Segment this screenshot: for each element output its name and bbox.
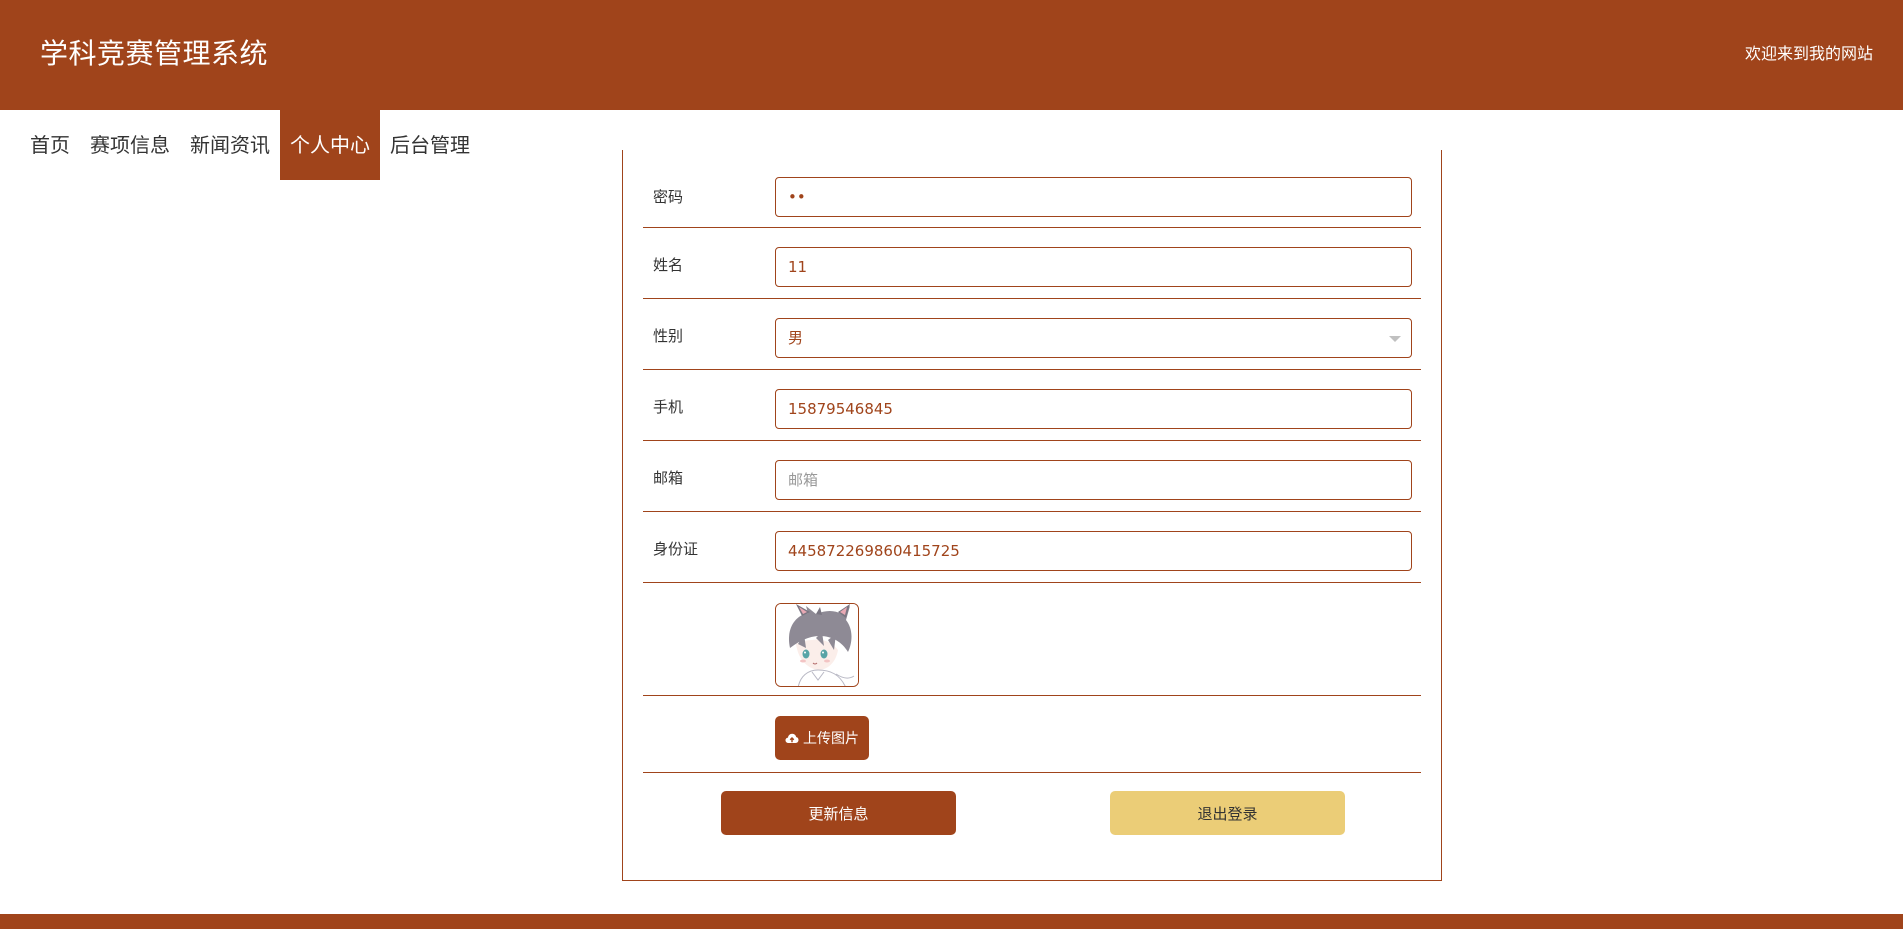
- site-header: 学科竞赛管理系统 欢迎来到我的网站: [0, 0, 1903, 110]
- password-row: 密码: [643, 150, 1421, 228]
- site-title: 学科竞赛管理系统: [40, 37, 269, 70]
- main-nav: 首页 赛项信息 新闻资讯 个人中心 后台管理: [0, 110, 480, 180]
- profile-panel: 密码 姓名 性别 男 手机 邮箱 身份证: [622, 150, 1442, 881]
- welcome-text: 欢迎来到我的网站: [1744, 44, 1873, 63]
- logout-button[interactable]: 退出登录: [1110, 791, 1345, 835]
- password-label: 密码: [653, 188, 684, 206]
- nav-item-profile[interactable]: 个人中心: [280, 110, 380, 180]
- caret-down-icon: [1389, 336, 1401, 342]
- cloud-upload-icon: [785, 733, 799, 743]
- nav-item-admin[interactable]: 后台管理: [380, 110, 480, 180]
- phone-field[interactable]: [775, 389, 1412, 429]
- upload-row: 上传图片: [643, 696, 1421, 773]
- gender-row: 性别 男: [643, 299, 1421, 370]
- idcard-row: 身份证: [643, 512, 1421, 583]
- gender-select[interactable]: 男: [775, 318, 1412, 358]
- nav-item-home[interactable]: 首页: [0, 110, 80, 180]
- idcard-field[interactable]: [775, 531, 1412, 571]
- email-row: 邮箱: [643, 441, 1421, 512]
- gender-select-value: 男: [788, 329, 804, 347]
- gender-label: 性别: [653, 327, 684, 345]
- phone-label: 手机: [653, 398, 684, 416]
- name-row: 姓名: [643, 228, 1421, 299]
- site-footer: [0, 914, 1903, 929]
- nav-item-competitions[interactable]: 赛项信息: [80, 110, 180, 180]
- update-info-button[interactable]: 更新信息: [721, 791, 956, 835]
- name-field[interactable]: [775, 247, 1412, 287]
- email-field[interactable]: [775, 460, 1412, 500]
- name-label: 姓名: [653, 256, 684, 274]
- idcard-label: 身份证: [653, 540, 699, 558]
- upload-image-button[interactable]: 上传图片: [775, 716, 869, 760]
- email-label: 邮箱: [653, 469, 684, 487]
- avatar-image[interactable]: [775, 603, 859, 687]
- avatar-illustration: [776, 604, 858, 686]
- nav-item-news[interactable]: 新闻资讯: [180, 110, 280, 180]
- password-field[interactable]: [775, 177, 1412, 217]
- phone-row: 手机: [643, 370, 1421, 441]
- upload-button-label: 上传图片: [803, 731, 859, 747]
- avatar-row: [643, 583, 1421, 696]
